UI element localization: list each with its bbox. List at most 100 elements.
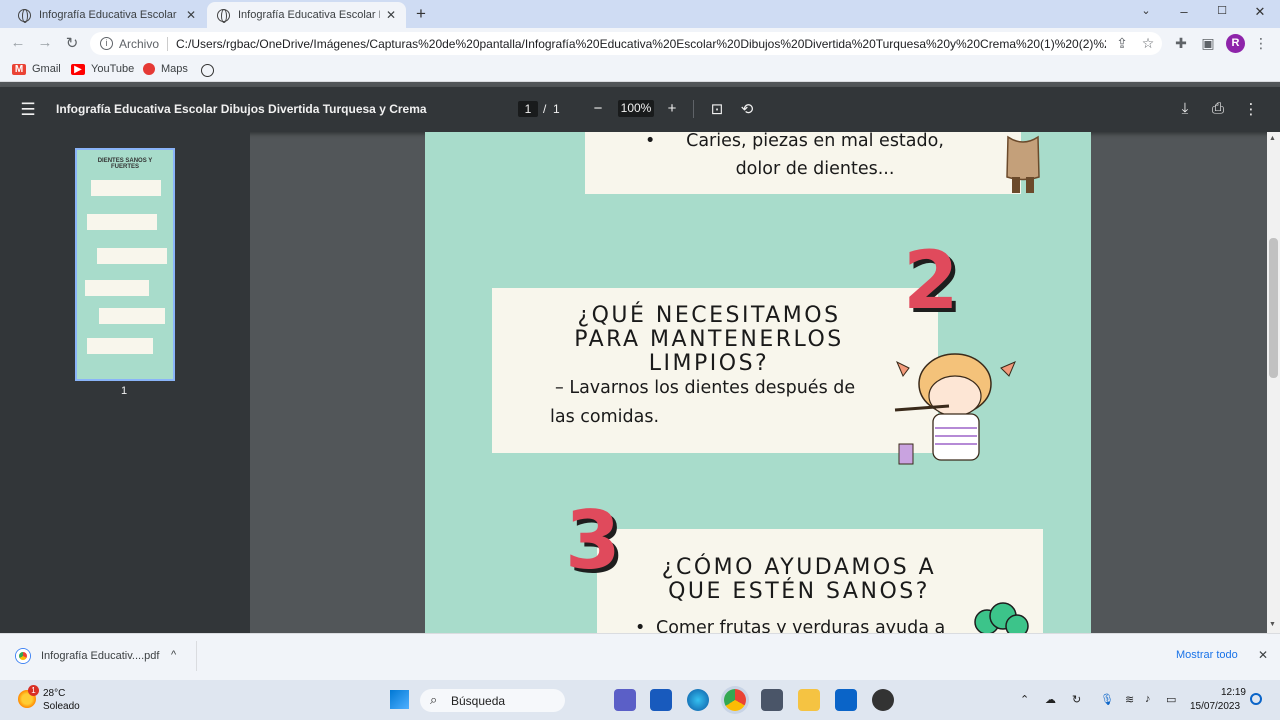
chrome-icon [16,649,30,663]
new-tab-button[interactable]: + [416,4,426,24]
menu-kebab-icon[interactable]: ⋮ [1252,35,1270,52]
download-filename[interactable]: Infografía Educativ....pdf [41,650,159,662]
bookmark-maps[interactable]: Maps [143,63,188,75]
section2-title-1: ¿QUÉ NECESITAMOS [577,303,841,328]
clock-time[interactable]: 12:19 [1218,687,1246,698]
share-icon[interactable]: ⇪ [1113,35,1131,52]
calculator-icon[interactable] [761,689,783,711]
bookmark-gmail[interactable]: M Gmail [12,63,61,75]
section2-body-2: las comidas. [550,407,660,427]
toolbar-divider [693,100,694,118]
pdf-title: Infografía Educativa Escolar Dibujos Div… [56,102,427,116]
zoom-level-input[interactable]: 100% [618,100,654,117]
gmail-icon: M [12,63,26,75]
tab-2[interactable]: Infografía Educativa Escolar Dibuj ✕ [207,2,406,28]
download-chevron-icon[interactable]: ^ [171,649,176,661]
rotate-icon[interactable]: ⟲ [737,100,757,118]
profile-avatar[interactable]: R [1226,34,1245,53]
edge-icon[interactable] [687,689,709,711]
download-bar-close-icon[interactable]: ✕ [1258,648,1268,662]
page-number-input[interactable]: 1 [518,101,538,117]
download-divider [196,641,197,671]
thumbnail-page-label: 1 [121,385,128,397]
scrollbar-thumb[interactable] [1269,238,1278,378]
show-all-downloads-link[interactable]: Mostrar todo [1176,649,1238,661]
teams-icon[interactable] [614,689,636,711]
section3-body-1: Comer frutas y verduras ayuda a [656,618,946,633]
copilot-icon[interactable] [1250,693,1262,705]
forward-button[interactable]: → [35,34,55,51]
windows-taskbar [0,680,1280,720]
tab-search-icon[interactable]: ⌄ [1136,4,1156,17]
weather-temp: 28°C [43,688,66,699]
thumbnail-card [87,214,157,230]
maps-icon [143,63,155,75]
tab-1[interactable]: Infografía Educativa Escolar Dibuj ✕ [8,2,206,28]
mail-icon[interactable] [835,689,857,711]
tab-1-close-icon[interactable]: ✕ [186,8,196,22]
minimize-button[interactable]: – [1174,4,1194,19]
thumbnail-title: DIENTES SANOS Y FUERTES [97,158,153,170]
chrome-taskbar-icon[interactable] [724,689,746,711]
download-icon[interactable]: ⤓ [1175,100,1195,117]
search-icon: ⌕ [430,692,438,707]
thumbnail-card [99,308,165,324]
taskbar-search-label: Búsqueda [451,694,506,708]
microphone-icon[interactable]: 🎙 [1100,693,1114,706]
globe-icon [217,8,230,23]
section3-title-1: ¿CÓMO AYUDAMOS A [661,555,937,580]
side-panel-icon[interactable]: ▣ [1199,35,1217,52]
zoom-in-icon[interactable]: + [662,100,682,117]
print-icon[interactable]: ⎙ [1208,100,1228,117]
bookmark-maps-label: Maps [161,63,188,75]
word-icon[interactable] [650,689,672,711]
scroll-up-icon[interactable]: ▲ [1269,135,1276,142]
thumbnail-card [87,338,153,354]
tab-2-close-icon[interactable]: ✕ [386,8,396,22]
battery-icon[interactable]: ▭ [1166,693,1176,706]
sync-icon[interactable]: ↻ [1072,693,1081,706]
child-illustration [1003,132,1043,198]
section1-line1: Caries, piezas en mal estado, [686,132,944,151]
address-url[interactable]: C:/Users/rgbac/OneDrive/Imágenes/Captura… [176,37,1106,51]
page-total: 1 [553,102,560,116]
zoom-out-icon[interactable]: − [588,100,608,117]
site-info-icon[interactable]: i [100,37,113,50]
page-thumbnail[interactable]: DIENTES SANOS Y FUERTES [75,148,175,381]
section3-bullet: • [635,618,646,633]
app-icon[interactable] [872,689,894,711]
pdf-page: • Caries, piezas en mal estado, dolor de… [425,132,1091,633]
bookmark-youtube[interactable]: ▶ YouTube [71,63,134,75]
tab-2-title: Infografía Educativa Escolar Dibuj [238,9,380,21]
more-options-icon[interactable]: ⋮ [1241,100,1261,118]
youtube-icon: ▶ [71,63,85,75]
section1-line2: dolor de dientes... [735,159,895,179]
thumbnail-card [97,248,167,264]
cloud-icon[interactable]: ☁ [1045,693,1056,706]
vertical-scrollbar[interactable] [1267,132,1280,633]
thumbnail-card [85,280,149,296]
scroll-down-icon[interactable]: ▼ [1269,621,1276,628]
bookmark-youtube-label: YouTube [91,63,135,75]
volume-icon[interactable]: ♪ [1145,693,1151,705]
bookmark-star-icon[interactable]: ☆ [1139,35,1157,52]
start-button[interactable] [390,690,409,709]
system-tray-chevron-icon[interactable]: ⌃ [1020,693,1029,706]
page-separator: / [543,102,547,116]
wifi-icon[interactable]: ≋ [1125,693,1134,706]
weather-badge: 1 [28,685,39,696]
taskbar-search-box[interactable]: ⌕ Búsqueda [420,689,565,712]
clock-date[interactable]: 15/07/2023 [1190,701,1240,712]
fit-page-icon[interactable]: ⊡ [707,100,727,118]
extensions-icon[interactable]: ✚ [1172,35,1190,52]
reload-button[interactable]: ↻ [62,34,82,52]
globe-icon[interactable] [201,64,214,77]
maximize-button[interactable]: ☐ [1212,4,1232,17]
bookmark-gmail-label: Gmail [32,63,61,75]
address-bar[interactable]: i Archivo C:/Users/rgbac/OneDrive/Imágen… [90,32,1162,55]
weather-desc: Soleado [43,701,80,712]
file-explorer-icon[interactable] [798,689,820,711]
hamburger-menu-icon[interactable]: ☰ [18,100,38,120]
back-button[interactable]: ← [8,34,28,51]
window-close-button[interactable]: ✕ [1250,4,1270,20]
